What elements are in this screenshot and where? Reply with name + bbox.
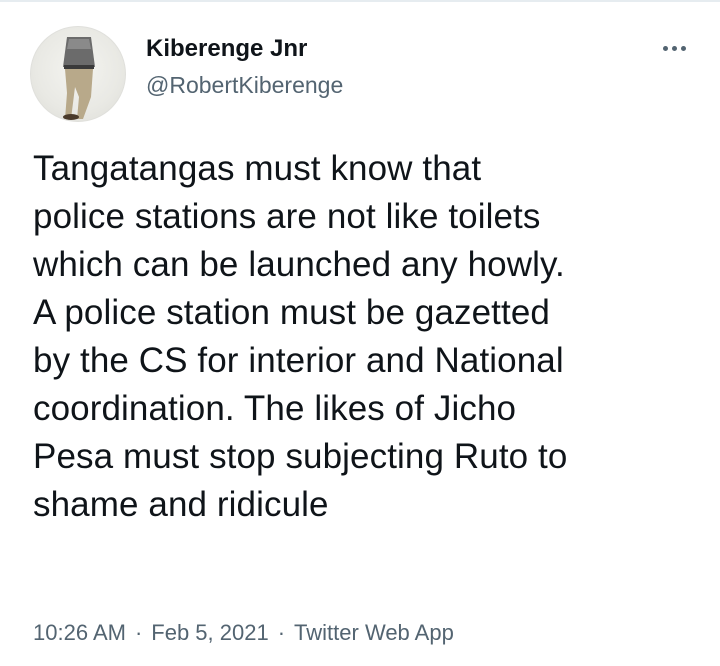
author-display-name[interactable]: Kiberenge Jnr [146, 34, 343, 64]
person-photo-icon [63, 37, 95, 120]
tweet-card: Kiberenge Jnr @RobertKiberenge Tangatang… [0, 0, 720, 666]
tweet-date[interactable]: Feb 5, 2021 [151, 618, 268, 648]
author-block: Kiberenge Jnr @RobertKiberenge [146, 34, 343, 100]
tweet-text: Tangatangas must know that police statio… [33, 149, 568, 524]
avatar[interactable] [30, 26, 126, 122]
tweet-metadata: 10:26 AM · Feb 5, 2021 · Twitter Web App [33, 618, 454, 648]
tweet-time[interactable]: 10:26 AM [33, 618, 126, 648]
more-options-button[interactable] [654, 36, 694, 60]
more-horizontal-icon [662, 45, 686, 51]
separator: · [134, 620, 143, 645]
tweet-source: Twitter Web App [294, 620, 454, 645]
author-handle[interactable]: @RobertKiberenge [146, 70, 343, 100]
separator: · [277, 620, 286, 645]
